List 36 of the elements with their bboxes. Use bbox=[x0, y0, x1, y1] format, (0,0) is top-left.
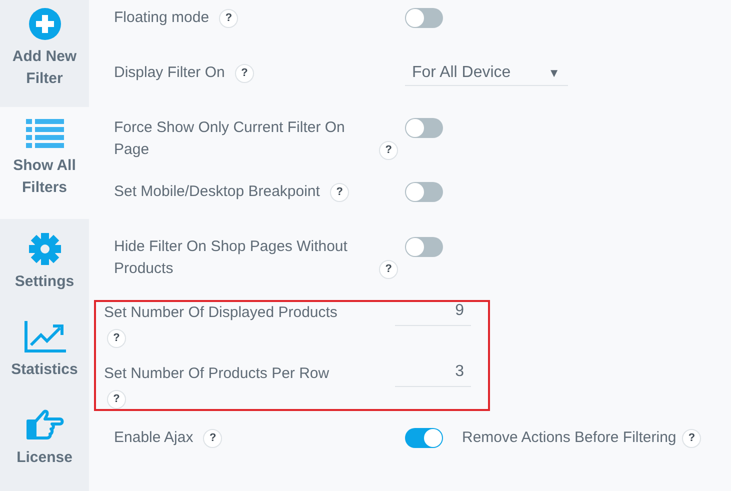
sidebar-item[interactable]: Add New Filter bbox=[0, 0, 89, 107]
help-icon[interactable]: ? bbox=[219, 8, 238, 28]
setting-label: Floating mode bbox=[114, 8, 210, 28]
help-icon[interactable]: ? bbox=[107, 390, 126, 409]
sidebar-item[interactable]: Show All Filters bbox=[0, 107, 89, 219]
number-field[interactable]: 9 bbox=[395, 300, 471, 326]
setting-label: Set Number Of Products Per Row bbox=[104, 364, 330, 384]
help-icon[interactable]: ? bbox=[330, 182, 350, 202]
setting-label: Display Filter On bbox=[114, 63, 225, 83]
toggle-switch[interactable] bbox=[405, 237, 443, 257]
help-icon[interactable]: ? bbox=[235, 64, 254, 83]
toggle-switch[interactable] bbox=[405, 182, 443, 202]
setting-label: Set Number Of Displayed Products bbox=[104, 303, 338, 323]
chart-icon bbox=[24, 321, 66, 353]
hand-pointing-icon bbox=[26, 409, 64, 441]
help-icon[interactable]: ? bbox=[682, 428, 702, 448]
sidebar-item[interactable]: Settings bbox=[0, 219, 89, 307]
help-icon[interactable]: ? bbox=[379, 140, 398, 160]
settings-icon bbox=[28, 233, 60, 265]
toggle-switch[interactable] bbox=[405, 8, 443, 28]
help-icon[interactable]: ? bbox=[107, 329, 126, 348]
setting-label: Enable Ajax bbox=[114, 428, 194, 448]
sidebar-item[interactable]: Statistics bbox=[0, 307, 89, 395]
setting-label: Force Show Only Current Filter On Page bbox=[114, 118, 346, 160]
help-icon[interactable]: ? bbox=[203, 428, 222, 448]
sidebar-item[interactable]: License bbox=[0, 395, 89, 483]
setting-label: Remove Actions Before Filtering bbox=[462, 429, 676, 446]
setting-label: Hide Filter On Shop Pages Without Products bbox=[114, 237, 348, 279]
toggle-switch[interactable] bbox=[405, 118, 443, 138]
device-dropdown[interactable]: For All Device ▼ bbox=[405, 61, 568, 86]
setting-label: Set Mobile/Desktop Breakpoint bbox=[114, 182, 320, 202]
add-icon bbox=[28, 8, 60, 40]
help-icon[interactable]: ? bbox=[379, 260, 398, 279]
number-field[interactable]: 3 bbox=[395, 361, 471, 387]
toggle-switch[interactable] bbox=[405, 428, 443, 448]
list-icon bbox=[26, 119, 64, 149]
